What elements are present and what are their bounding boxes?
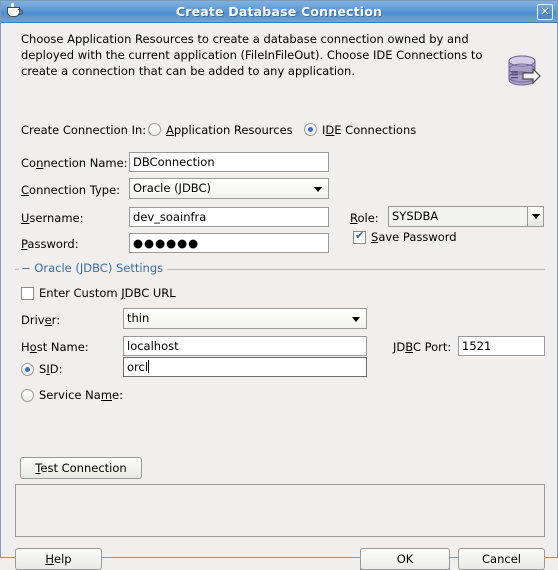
radio-service-name[interactable] — [21, 389, 34, 402]
test-connection-button[interactable]: Test Connection — [20, 457, 142, 479]
radio-ide-connections[interactable] — [304, 123, 317, 136]
test-output-area — [15, 484, 545, 537]
collapse-marker-icon[interactable]: − — [21, 261, 31, 275]
chevron-down-icon — [532, 214, 540, 219]
role-dropdown-button[interactable] — [527, 206, 544, 227]
custom-jdbc-url-checkbox[interactable] — [21, 287, 34, 300]
password-label: Password: — [21, 237, 79, 251]
help-button[interactable]: Help — [15, 548, 102, 570]
chevron-down-icon — [314, 187, 322, 192]
sid-value: orcl — [127, 360, 149, 374]
jdbc-port-label: JDBC Port: — [393, 340, 452, 354]
database-connection-icon — [508, 55, 541, 86]
sid-input[interactable]: orcl — [123, 357, 367, 377]
oracle-jdbc-settings-title: − Oracle (JDBC) Settings — [19, 261, 168, 275]
host-name-label: Host Name: — [21, 340, 89, 354]
close-icon[interactable]: ✕ — [537, 4, 553, 20]
chevron-down-icon — [352, 317, 360, 322]
sid-label: SID: — [39, 362, 63, 376]
create-connection-in-label: Create Connection In: — [21, 123, 147, 137]
radio-ide-connections-label: IDE Connections — [322, 123, 417, 137]
connection-type-value: Oracle (JDBC) — [133, 181, 212, 195]
connection-type-label: Connection Type: — [21, 183, 121, 197]
window-title: Create Database Connection — [175, 4, 383, 19]
custom-jdbc-url-label: Enter Custom JDBC URL — [39, 286, 176, 300]
dialog-description: Choose Application Resources to create a… — [21, 32, 483, 78]
role-label: Role: — [350, 211, 379, 225]
host-name-input[interactable]: localhost — [123, 336, 367, 356]
driver-value: thin — [127, 311, 150, 325]
radio-application-resources-label: AApplication Resourcespplication Resourc… — [166, 123, 293, 137]
service-name-label: Service Name: — [39, 388, 123, 402]
cancel-button[interactable]: Cancel — [458, 548, 545, 570]
password-input[interactable]: ●●●●●● — [129, 233, 329, 253]
save-password-checkbox[interactable] — [353, 229, 366, 244]
text-caret — [148, 360, 150, 373]
oracle-jdbc-settings-group: − Oracle (JDBC) Settings — [15, 261, 545, 275]
username-label: Username: — [21, 211, 84, 225]
connection-name-label: Connection Name: — [21, 156, 128, 170]
radio-sid[interactable] — [21, 363, 34, 376]
radio-application-resources[interactable] — [148, 123, 161, 136]
role-value: SYSDBA — [392, 209, 439, 223]
connection-type-select[interactable]: Oracle (JDBC) — [129, 178, 329, 199]
ok-button[interactable]: OK — [360, 548, 450, 570]
driver-select[interactable]: thin — [123, 308, 367, 329]
title-bar: Create Database Connection ✕ — [1, 1, 557, 23]
driver-label: Driver: — [21, 313, 61, 327]
jdbc-port-input[interactable]: 1521 — [458, 336, 545, 356]
dialog-content: Choose Application Resources to create a… — [1, 23, 557, 570]
create-database-connection-dialog: Create Database Connection ✕ Choose Appl… — [0, 0, 558, 570]
connection-name-input[interactable]: DBConnection — [129, 152, 329, 172]
java-coffee-cup-icon — [4, 2, 24, 21]
username-input[interactable]: dev_soainfra — [129, 207, 329, 227]
role-select[interactable]: SYSDBA — [388, 206, 528, 227]
save-password-label: Save Password — [371, 230, 457, 244]
